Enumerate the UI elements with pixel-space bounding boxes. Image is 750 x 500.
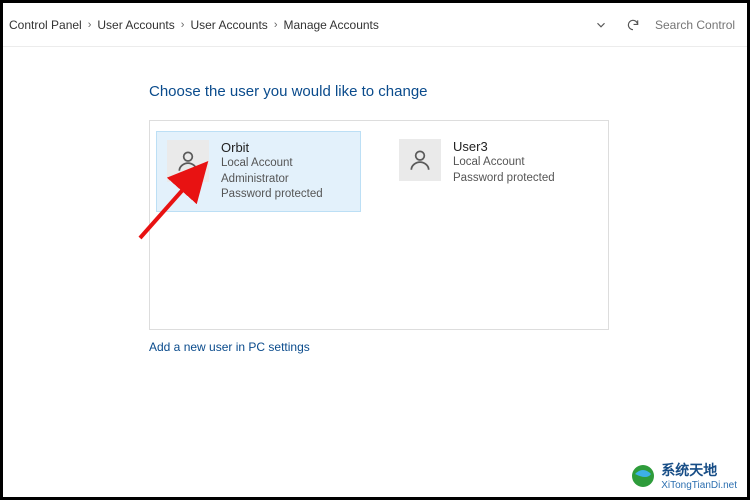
watermark-text: 系统天地 XiTongTianDi.net xyxy=(661,460,737,491)
breadcrumb-item[interactable]: Control Panel xyxy=(9,18,82,32)
account-tile-orbit[interactable]: Orbit Local Account Administrator Passwo… xyxy=(156,131,361,212)
refresh-icon xyxy=(626,18,640,32)
content-area: Choose the user you would like to change… xyxy=(3,47,747,354)
dropdown-button[interactable] xyxy=(587,11,615,39)
user-icon xyxy=(175,148,201,174)
accounts-list: Orbit Local Account Administrator Passwo… xyxy=(149,120,609,330)
add-user-link[interactable]: Add a new user in PC settings xyxy=(149,340,310,354)
chevron-right-icon: › xyxy=(274,19,278,31)
account-info: Orbit Local Account Administrator Passwo… xyxy=(221,140,323,203)
account-name: Orbit xyxy=(221,140,323,155)
account-name: User3 xyxy=(453,139,555,154)
chevron-right-icon: › xyxy=(88,19,92,31)
account-line: Password protected xyxy=(453,171,555,187)
account-line: Local Account xyxy=(221,156,323,172)
breadcrumb[interactable]: Control Panel › User Accounts › User Acc… xyxy=(7,18,583,32)
account-line: Password protected xyxy=(221,187,323,203)
refresh-button[interactable] xyxy=(619,11,647,39)
watermark-url: XiTongTianDi.net xyxy=(661,480,737,491)
header-bar: Control Panel › User Accounts › User Acc… xyxy=(3,3,747,47)
account-line: Administrator xyxy=(221,172,323,188)
chevron-right-icon: › xyxy=(181,19,185,31)
watermark: 系统天地 XiTongTianDi.net xyxy=(631,460,737,491)
watermark-title: 系统天地 xyxy=(661,460,737,480)
avatar xyxy=(167,140,209,182)
avatar xyxy=(399,139,441,181)
watermark-logo-icon xyxy=(631,464,655,488)
user-icon xyxy=(407,147,433,173)
account-tile-user3[interactable]: User3 Local Account Password protected xyxy=(389,131,594,194)
page-title: Choose the user you would like to change xyxy=(149,83,747,100)
search-input[interactable] xyxy=(651,12,741,38)
breadcrumb-item[interactable]: Manage Accounts xyxy=(283,18,378,32)
account-line: Local Account xyxy=(453,155,555,171)
account-info: User3 Local Account Password protected xyxy=(453,139,555,186)
breadcrumb-item[interactable]: User Accounts xyxy=(190,18,267,32)
chevron-down-icon xyxy=(594,18,608,32)
breadcrumb-item[interactable]: User Accounts xyxy=(97,18,174,32)
